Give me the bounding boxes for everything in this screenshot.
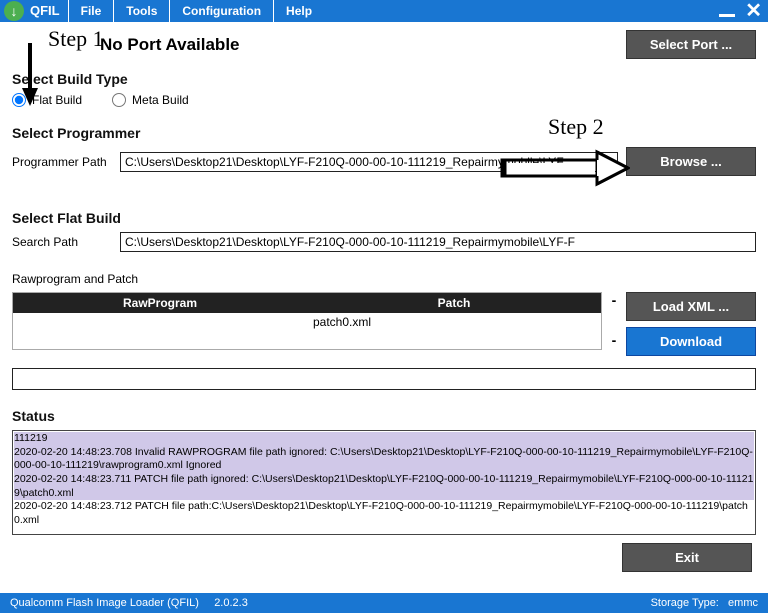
- cell-patch: patch0.xml: [307, 313, 601, 349]
- radio-flat-build[interactable]: Flat Build: [12, 93, 82, 107]
- statusbar-right: Storage Type: emmc: [651, 597, 758, 609]
- status-line: 2020-02-20 14:48:23.712 PATCH file path:…: [14, 500, 754, 527]
- radio-meta-input[interactable]: [112, 93, 126, 107]
- search-path-label: Search Path: [12, 235, 112, 249]
- radio-meta-build[interactable]: Meta Build: [112, 93, 189, 107]
- programmer-row: Programmer Path Browse ...: [12, 147, 756, 176]
- exit-row: Exit: [12, 543, 756, 572]
- table-remove-bottom-button[interactable]: -: [608, 332, 620, 348]
- status-bar: Qualcomm Flash Image Loader (QFIL) 2.0.2…: [0, 593, 768, 613]
- menu-configuration[interactable]: Configuration: [169, 0, 273, 22]
- rawprogram-table: RawProgram Patch patch0.xml: [12, 292, 602, 350]
- table-controls: - -: [608, 292, 620, 348]
- programmer-path-input[interactable]: [120, 152, 618, 172]
- table-header: RawProgram Patch: [13, 293, 601, 313]
- table-remove-top-button[interactable]: -: [608, 292, 620, 308]
- browse-button[interactable]: Browse ...: [626, 147, 756, 176]
- load-xml-button[interactable]: Load XML ...: [626, 292, 756, 321]
- window-controls: ✕: [719, 0, 768, 22]
- status-header: Status: [12, 408, 756, 424]
- search-path-input[interactable]: [120, 232, 756, 252]
- build-type-header: Select Build Type: [12, 71, 756, 87]
- storage-type-value: emmc: [728, 597, 758, 609]
- col-patch: Patch: [307, 296, 601, 310]
- app-name: QFIL: [28, 0, 68, 22]
- minimize-icon[interactable]: [719, 14, 735, 17]
- table-row: patch0.xml: [13, 313, 601, 349]
- statusbar-app-name: Qualcomm Flash Image Loader (QFIL): [10, 597, 199, 609]
- status-line: 2020-02-20 14:48:23.711 PATCH file path …: [14, 473, 754, 500]
- select-port-button[interactable]: Select Port ...: [626, 30, 756, 59]
- progress-bar: [12, 368, 756, 390]
- rawprogram-patch-section: RawProgram Patch patch0.xml - - Load XML…: [12, 292, 756, 356]
- programmer-header: Select Programmer: [12, 125, 756, 141]
- download-button[interactable]: Download: [626, 327, 756, 356]
- statusbar-left: Qualcomm Flash Image Loader (QFIL) 2.0.2…: [10, 597, 248, 609]
- table-buttons: Load XML ... Download: [626, 292, 756, 356]
- content-area: No Port Available Select Port ... Select…: [0, 22, 768, 572]
- flat-build-header: Select Flat Build: [12, 210, 756, 226]
- port-status-title: No Port Available: [100, 35, 240, 55]
- cell-rawprogram: [13, 313, 307, 349]
- close-icon[interactable]: ✕: [745, 3, 762, 19]
- menu-help[interactable]: Help: [273, 0, 324, 22]
- radio-flat-label: Flat Build: [32, 93, 82, 107]
- statusbar-version: 2.0.2.3: [214, 597, 248, 609]
- build-type-radios: Flat Build Meta Build: [12, 93, 756, 107]
- rawprogram-patch-label: Rawprogram and Patch: [12, 272, 756, 286]
- col-rawprogram: RawProgram: [13, 296, 307, 310]
- app-logo-icon: ↓: [4, 1, 24, 21]
- programmer-path-label: Programmer Path: [12, 155, 112, 169]
- status-line: 111219: [14, 432, 754, 446]
- status-line: 2020-02-20 14:48:23.708 Invalid RAWPROGR…: [14, 446, 754, 473]
- radio-meta-label: Meta Build: [132, 93, 189, 107]
- storage-type-label: Storage Type:: [651, 597, 719, 609]
- menu-file[interactable]: File: [68, 0, 114, 22]
- search-path-row: Search Path: [12, 232, 756, 252]
- radio-flat-input[interactable]: [12, 93, 26, 107]
- menu-bar: ↓ QFIL File Tools Configuration Help ✕: [0, 0, 768, 22]
- menu-tools[interactable]: Tools: [113, 0, 169, 22]
- port-row: No Port Available Select Port ...: [12, 30, 756, 59]
- status-log[interactable]: 111219 2020-02-20 14:48:23.708 Invalid R…: [12, 430, 756, 535]
- exit-button[interactable]: Exit: [622, 543, 752, 572]
